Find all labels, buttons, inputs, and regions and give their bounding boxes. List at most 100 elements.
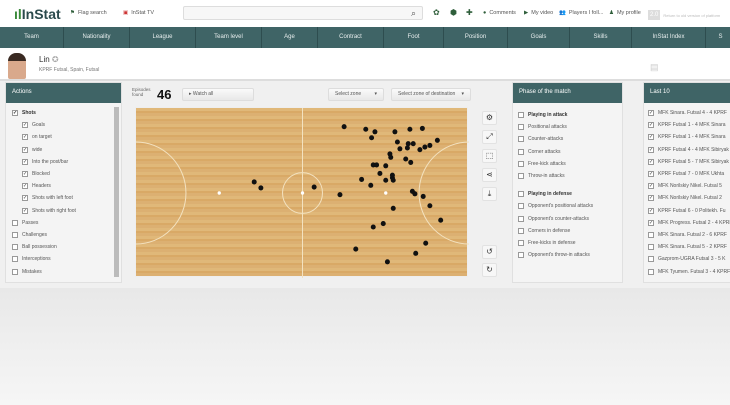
checkbox[interactable] xyxy=(518,239,524,246)
actions-item[interactable]: Mistakes xyxy=(12,265,115,277)
phase-item[interactable]: Opponent's throw-in attacks xyxy=(518,249,617,261)
instat-logo[interactable]: ılInStat xyxy=(14,6,61,22)
actions-item[interactable]: Ball possession xyxy=(12,241,115,253)
checkbox[interactable] xyxy=(518,252,524,259)
last10-item[interactable]: ✓ KPRF Futsal 5 - 7 MFK Sibiryak xyxy=(648,156,729,168)
arrow-tool-button[interactable]: ⤢ xyxy=(482,130,497,144)
last10-item[interactable]: ✓ KPRF Futsal 1 - 4 MFK Sinara xyxy=(648,131,728,143)
nav-league[interactable]: League xyxy=(130,27,196,48)
shot-marker[interactable] xyxy=(423,240,429,246)
last10-item[interactable]: ✓ KPRF Futsal 4 - 4 MFK Sibiryak xyxy=(648,144,729,156)
shot-marker[interactable] xyxy=(372,129,378,135)
shot-marker[interactable] xyxy=(388,154,394,160)
phase-item[interactable]: Playing in defense xyxy=(518,188,617,200)
last10-item[interactable]: ✓ MFK Norilskiy Nikel. Futsal 2 xyxy=(648,192,728,204)
star-icon[interactable]: ✪ xyxy=(52,55,59,64)
shot-marker[interactable] xyxy=(390,205,396,211)
phase-item[interactable]: Positional attacks xyxy=(518,121,617,133)
checkbox[interactable] xyxy=(518,112,524,119)
last10-item[interactable]: ✓ MFK Norilskiy Nikel. Futsal 5 xyxy=(648,180,728,192)
shot-marker[interactable] xyxy=(337,192,343,198)
last10-item[interactable]: ✓ MFK Sinara. Futsal 4 - 4 KPRF xyxy=(648,107,728,119)
actions-item[interactable]: ✓ Headers xyxy=(12,180,115,192)
nav-skills[interactable]: Skills xyxy=(570,27,632,48)
shot-marker[interactable] xyxy=(408,159,414,165)
checkbox[interactable] xyxy=(12,268,18,275)
shot-marker[interactable] xyxy=(410,141,416,147)
checkbox[interactable]: ✓ xyxy=(648,183,654,190)
plus-icon[interactable]: ✚ xyxy=(466,8,473,17)
shot-marker[interactable] xyxy=(369,135,375,141)
checkbox[interactable] xyxy=(518,136,524,143)
phase-item[interactable]: Corners in defense xyxy=(518,225,617,237)
nav-position[interactable]: Position xyxy=(444,27,508,48)
nav-team[interactable]: Team xyxy=(0,27,64,48)
shot-marker[interactable] xyxy=(417,147,423,153)
select-destination-dropdown[interactable]: Select zone of destination ▾ xyxy=(391,88,471,101)
shot-marker[interactable] xyxy=(341,124,347,130)
shot-marker[interactable] xyxy=(420,193,426,199)
checkbox[interactable] xyxy=(12,256,18,263)
checkbox[interactable] xyxy=(12,244,18,251)
last10-item[interactable]: ✓ KPRF Futsal 6 - 0 Politekh. Fu xyxy=(648,205,728,217)
checkbox[interactable]: ✓ xyxy=(648,207,654,214)
shot-marker[interactable] xyxy=(390,177,396,183)
nav-nationality[interactable]: Nationality xyxy=(64,27,130,48)
actions-item[interactable]: ✓ wide xyxy=(12,144,115,156)
checkbox[interactable] xyxy=(648,256,654,263)
checkbox[interactable]: ✓ xyxy=(648,195,654,202)
shot-marker[interactable] xyxy=(258,185,264,191)
shot-marker[interactable] xyxy=(419,125,425,131)
checkbox[interactable]: ✓ xyxy=(648,122,654,129)
last10-item[interactable]: ✓ KPRF Futsal 1 - 4 MFK Sinara xyxy=(648,119,728,131)
checkbox[interactable] xyxy=(648,268,654,275)
checkbox[interactable] xyxy=(648,244,654,251)
phase-item[interactable]: Free-kick attacks xyxy=(518,158,617,170)
download-button[interactable]: ⤓ xyxy=(482,187,497,201)
actions-item[interactable]: ✓ Blocked xyxy=(12,168,115,180)
phase-item[interactable]: Corner attacks xyxy=(518,146,617,158)
checkbox[interactable]: ✓ xyxy=(648,134,654,141)
checkbox[interactable]: ✓ xyxy=(22,171,28,178)
return-old-version[interactable]: 2.0 Return to old version of platform xyxy=(648,10,728,20)
shot-marker[interactable] xyxy=(397,146,403,152)
shot-marker[interactable] xyxy=(377,170,383,176)
actions-item[interactable]: ✓ on target xyxy=(12,131,115,143)
actions-item[interactable]: ✓ Shots with right foot xyxy=(12,205,115,217)
shot-marker[interactable] xyxy=(412,191,418,197)
checkbox[interactable]: ✓ xyxy=(648,158,654,165)
shot-marker[interactable] xyxy=(413,250,419,256)
checkbox[interactable]: ✓ xyxy=(22,122,28,129)
checkbox[interactable]: ✓ xyxy=(648,146,654,153)
checkbox[interactable]: ✓ xyxy=(648,171,654,178)
last10-item[interactable]: MFK Sinara. Futsal 2 - 6 KPRF xyxy=(648,229,728,241)
shot-marker[interactable] xyxy=(407,126,413,132)
shot-marker[interactable] xyxy=(383,177,389,183)
shot-marker[interactable] xyxy=(359,176,365,182)
select-area-button[interactable]: ⬚ xyxy=(482,149,497,163)
actions-item[interactable]: ✓ Shots with left foot xyxy=(12,192,115,204)
checkbox[interactable]: ✓ xyxy=(648,219,654,226)
shot-marker[interactable] xyxy=(384,259,390,265)
actions-item[interactable]: ✓ Goals xyxy=(12,119,115,131)
nav-foot[interactable]: Foot xyxy=(384,27,444,48)
phase-item[interactable]: Free-kicks in defense xyxy=(518,237,617,249)
print-icon[interactable]: ▤ xyxy=(650,62,659,73)
checkbox[interactable]: ✓ xyxy=(12,110,18,117)
players-followed-link[interactable]: 👥 Players I foll... xyxy=(559,10,603,16)
phase-item[interactable]: Opponent's positional attacks xyxy=(518,200,617,212)
shot-marker[interactable] xyxy=(427,203,433,209)
watch-all-button[interactable]: ▸ Watch all xyxy=(182,88,254,101)
last10-item[interactable]: ✓ MFK Progress. Futsal 2 - 4 KPRF xyxy=(648,217,730,229)
checkbox[interactable]: ✓ xyxy=(22,158,28,165)
shot-marker[interactable] xyxy=(403,156,409,162)
actions-item[interactable]: Interceptions xyxy=(12,253,115,265)
last10-item[interactable]: Gazprom-UGRA Futsal 3 - 5 K xyxy=(648,253,728,265)
checkbox[interactable]: ✓ xyxy=(22,146,28,153)
shot-marker[interactable] xyxy=(438,217,444,223)
last10-item[interactable]: MFK Sinara. Futsal 5 - 2 KPRF xyxy=(648,241,728,253)
last10-item[interactable]: MFK Tyumen. Futsal 3 - 4 KPRF xyxy=(648,265,730,277)
nav-team-level[interactable]: Team level xyxy=(196,27,262,48)
flag-search-link[interactable]: ⚑ Flag search xyxy=(70,10,107,16)
phase-item[interactable]: Playing in attack xyxy=(518,109,617,121)
